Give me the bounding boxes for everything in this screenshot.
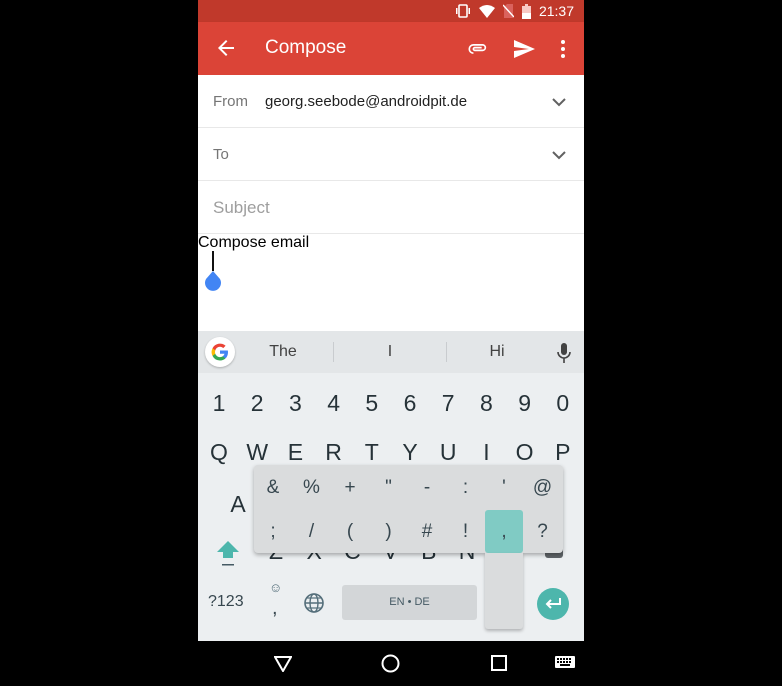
letter-key[interactable]: W bbox=[238, 439, 276, 466]
no-sim-icon bbox=[502, 4, 514, 18]
suggestion-strip: The I Hi bbox=[198, 331, 584, 373]
from-row[interactable]: From georg.seebode@androidpit.de bbox=[198, 75, 584, 128]
popup-key[interactable]: / bbox=[293, 521, 331, 543]
text-cursor bbox=[212, 251, 214, 271]
send-icon[interactable] bbox=[512, 37, 536, 61]
popup-key[interactable]: , bbox=[485, 521, 523, 543]
recents-square-icon[interactable] bbox=[491, 655, 507, 671]
app-bar: Compose bbox=[198, 22, 584, 75]
popup-key[interactable]: " bbox=[370, 477, 408, 499]
from-value[interactable]: georg.seebode@androidpit.de bbox=[265, 93, 467, 110]
more-vert-icon[interactable] bbox=[556, 37, 570, 61]
popup-key[interactable]: - bbox=[408, 477, 446, 499]
keyboard-switch-icon[interactable] bbox=[555, 656, 575, 670]
shift-icon[interactable] bbox=[216, 539, 240, 567]
suggestion-divider bbox=[446, 342, 447, 362]
google-g-icon bbox=[211, 343, 228, 361]
clock: 21:37 bbox=[538, 3, 574, 19]
number-key[interactable]: 0 bbox=[544, 390, 582, 417]
from-label: From bbox=[213, 93, 248, 110]
suggestion-3[interactable]: Hi bbox=[467, 343, 527, 361]
number-key[interactable]: 6 bbox=[391, 390, 429, 417]
body-placeholder: Compose email bbox=[198, 234, 310, 251]
to-row[interactable]: To bbox=[198, 128, 584, 181]
enter-icon bbox=[545, 598, 561, 609]
battery-icon bbox=[521, 3, 531, 19]
popup-key[interactable]: % bbox=[293, 477, 331, 499]
back-triangle-icon[interactable] bbox=[274, 656, 292, 672]
status-bar: 21:37 bbox=[198, 0, 584, 22]
letter-key[interactable]: O bbox=[506, 439, 544, 466]
letter-key[interactable]: T bbox=[353, 439, 391, 466]
popup-key[interactable]: : bbox=[447, 477, 485, 499]
letter-key[interactable]: Q bbox=[200, 439, 238, 466]
number-key[interactable]: 9 bbox=[506, 390, 544, 417]
popup-key[interactable]: @ bbox=[524, 477, 562, 499]
attach-icon[interactable] bbox=[467, 38, 489, 60]
letter-key[interactable]: I bbox=[467, 439, 505, 466]
cursor-handle[interactable] bbox=[204, 271, 222, 291]
popup-key[interactable]: ; bbox=[254, 521, 292, 543]
number-key[interactable]: 2 bbox=[238, 390, 276, 417]
number-key[interactable]: 5 bbox=[353, 390, 391, 417]
suggestion-1[interactable]: The bbox=[253, 343, 313, 361]
popup-key[interactable]: + bbox=[331, 477, 369, 499]
home-circle-icon[interactable] bbox=[381, 654, 400, 673]
suggestion-divider bbox=[333, 342, 334, 362]
google-logo-button[interactable] bbox=[205, 337, 235, 367]
popup-key[interactable]: # bbox=[408, 521, 446, 543]
subject-field[interactable]: Subject bbox=[198, 181, 584, 234]
letter-key[interactable]: Y bbox=[391, 439, 429, 466]
popup-stem bbox=[485, 553, 523, 629]
microphone-icon[interactable] bbox=[557, 343, 571, 363]
page-title: Compose bbox=[265, 37, 347, 58]
punctuation-popup: &% + " -: ' @ ; /() #!,? bbox=[254, 465, 563, 553]
navigation-bar bbox=[198, 641, 584, 686]
phone-screen: 21:37 Compose From georg.seebode@android… bbox=[198, 0, 584, 686]
subject-placeholder: Subject bbox=[213, 198, 270, 217]
popup-key[interactable]: ) bbox=[370, 521, 408, 543]
keyboard: The I Hi 1234567890 QWERTYUIOP A ZXCVBN … bbox=[198, 331, 584, 641]
chevron-down-icon[interactable] bbox=[552, 150, 566, 160]
popup-key[interactable]: ? bbox=[524, 521, 562, 543]
wifi-icon bbox=[478, 4, 495, 18]
popup-key[interactable]: ( bbox=[331, 521, 369, 543]
symbols-key[interactable]: ?123 bbox=[208, 593, 244, 611]
letter-key[interactable]: P bbox=[544, 439, 582, 466]
enter-key[interactable] bbox=[537, 588, 569, 620]
popup-key[interactable]: & bbox=[254, 477, 292, 499]
compose-form: From georg.seebode@androidpit.de To Subj… bbox=[198, 75, 584, 331]
vibrate-icon bbox=[455, 4, 470, 18]
space-bar[interactable]: EN • DE bbox=[342, 585, 477, 620]
to-label: To bbox=[213, 146, 229, 163]
letter-key[interactable]: U bbox=[429, 439, 467, 466]
emoji-icon[interactable]: ☺ bbox=[269, 580, 282, 595]
popup-key[interactable]: ! bbox=[447, 521, 485, 543]
chevron-down-icon[interactable] bbox=[552, 97, 566, 107]
comma-key[interactable]: , bbox=[272, 597, 278, 620]
number-key[interactable]: 7 bbox=[429, 390, 467, 417]
letter-key[interactable]: E bbox=[276, 439, 314, 466]
number-key[interactable]: 3 bbox=[276, 390, 314, 417]
number-key[interactable]: 8 bbox=[467, 390, 505, 417]
number-key[interactable]: 4 bbox=[315, 390, 353, 417]
number-key[interactable]: 1 bbox=[200, 390, 238, 417]
arrow-back-icon[interactable] bbox=[214, 36, 238, 60]
popup-key[interactable]: ' bbox=[485, 477, 523, 499]
letter-key[interactable]: R bbox=[315, 439, 353, 466]
body-field[interactable]: Compose email bbox=[198, 234, 584, 331]
key-a[interactable]: A bbox=[219, 491, 257, 518]
suggestion-2[interactable]: I bbox=[360, 343, 420, 361]
globe-icon[interactable] bbox=[303, 592, 325, 614]
